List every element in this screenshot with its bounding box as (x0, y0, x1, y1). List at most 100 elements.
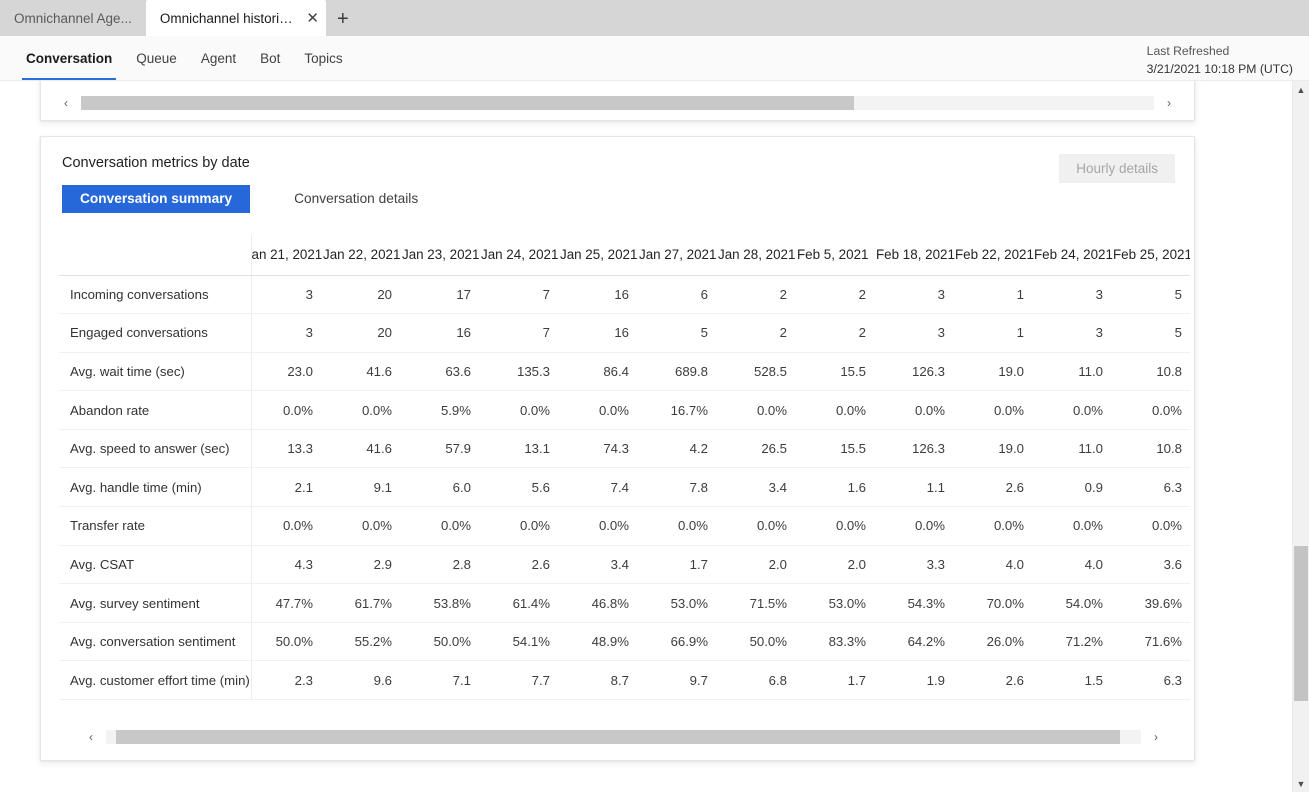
table-cell: 6 (639, 275, 718, 315)
tab-bot[interactable]: Bot (248, 36, 292, 80)
metrics-horizontal-scrollbar[interactable]: ‹ › (76, 728, 1171, 746)
hourly-details-button[interactable]: Hourly details (1059, 154, 1175, 183)
table-cell: 0.0% (560, 390, 639, 430)
table-cell: 0.9 (1034, 467, 1113, 508)
top-scroll-thumb[interactable] (81, 96, 854, 110)
table-cell: 54.3% (876, 583, 955, 623)
row-header: Avg. customer effort time (min) (59, 660, 252, 701)
table-cell: 50.0% (402, 622, 481, 662)
table-cell: 7 (481, 313, 560, 353)
table-cell: 2.1 (251, 467, 323, 508)
table-cell: 2 (797, 275, 876, 315)
bottom-scroll-track[interactable] (106, 730, 1141, 745)
tab-conversation[interactable]: Conversation (14, 36, 124, 80)
row-header: Avg. speed to answer (sec) (59, 429, 252, 469)
table-cell: 7.1 (402, 660, 481, 701)
tab-agent-label: Agent (200, 50, 237, 66)
table-cell: 6.8 (718, 660, 797, 701)
row-header: Avg. wait time (sec) (59, 352, 252, 392)
table-cell: 1.7 (797, 660, 876, 701)
table-row: Avg. survey sentiment 47.7% 61.7% 53.8% 61.4… (59, 583, 1190, 623)
table-cell: 53.8% (402, 583, 481, 623)
table-cell: 1.7 (639, 545, 718, 585)
tab-conversation-summary[interactable]: Conversation summary (62, 185, 251, 213)
window-vertical-scrollbar[interactable]: ▲ ▼ (1292, 81, 1309, 792)
table-cell: 54.1% (481, 622, 560, 662)
tab-queue[interactable]: Queue (124, 36, 189, 80)
table-cell: 3 (251, 313, 323, 353)
table-cell: 528.5 (718, 352, 797, 392)
table-cell: 54.0% (1034, 583, 1113, 623)
tab-topics[interactable]: Topics (292, 36, 354, 80)
close-icon[interactable]: ✕ (305, 9, 319, 27)
top-card-horizontal-scrollbar[interactable]: ‹ › (51, 94, 1184, 112)
browser-tab-1[interactable]: Omnichannel Age... (0, 0, 146, 36)
row-header: Transfer rate (59, 506, 252, 546)
scroll-left-icon[interactable]: ‹ (51, 94, 81, 112)
table-cell: 71.5% (718, 583, 797, 623)
table-cell: 0.0% (1034, 506, 1113, 546)
table-cell: 1 (955, 313, 1034, 353)
top-scroll-track[interactable] (81, 96, 1154, 110)
table-cell: 41.6 (323, 429, 402, 469)
table-cell: 2 (718, 313, 797, 353)
table-cell: 3 (251, 275, 323, 315)
metrics-table-header-row: an 21, 2021 Jan 22, 2021 Jan 23, 2021 Jan 2… (59, 235, 1190, 276)
table-cell: 0.0% (955, 506, 1034, 546)
scroll-right-icon[interactable]: › (1154, 94, 1184, 112)
table-cell: 689.8 (639, 352, 718, 392)
table-cell: 86.4 (560, 352, 639, 392)
browser-tab-1-label: Omnichannel Age... (14, 10, 132, 26)
tab-conversation-details[interactable]: Conversation details (274, 185, 438, 213)
column-header: Jan 22, 2021 (323, 235, 402, 276)
table-cell: 0.0% (251, 390, 323, 430)
table-cell: 2.6 (481, 545, 560, 585)
table-cell: 126.3 (876, 352, 955, 392)
column-header: Jan 23, 2021 (402, 235, 481, 276)
table-cell: 26.0% (955, 622, 1034, 662)
table-row: Avg. speed to answer (sec) 13.3 41.6 57.9 13… (59, 429, 1190, 469)
table-cell: 1.5 (1034, 660, 1113, 701)
metrics-table-scroll-container: ‹ › (59, 728, 1176, 746)
table-cell: 0.0% (560, 506, 639, 546)
metrics-table: an 21, 2021 Jan 22, 2021 Jan 23, 2021 Jan 2… (59, 235, 1190, 701)
column-header: Feb 22, 2021 (955, 235, 1034, 276)
table-cell: 70.0% (955, 583, 1034, 623)
plus-icon[interactable]: + (326, 2, 360, 36)
table-cell: 1.1 (876, 467, 955, 508)
scroll-left-icon[interactable]: ‹ (76, 728, 106, 746)
table-cell: 9.7 (639, 660, 718, 701)
table-cell: 4.0 (1034, 545, 1113, 585)
column-header: Feb 18, 2021 (876, 235, 955, 276)
column-header: Jan 27, 2021 (639, 235, 718, 276)
table-cell: 47.7% (251, 583, 323, 623)
table-row: Avg. CSAT 4.3 2.9 2.8 2.6 3.4 1.7 2.0 2.0 3.3 4.0 4… (59, 545, 1190, 585)
nav-tab-list: Conversation Queue Agent Bot Topics (0, 36, 355, 80)
table-row: Incoming conversations 3 20 17 7 16 6 2 2 3 1 3 5 (59, 275, 1190, 315)
table-row: Engaged conversations 3 20 16 7 16 5 2 2 3 1 3 5 (59, 313, 1190, 353)
table-cell: 2.0 (718, 545, 797, 585)
table-cell: 2 (718, 275, 797, 315)
table-row: Transfer rate 0.0% 0.0% 0.0% 0.0% 0.0% 0.0% 0.0… (59, 506, 1190, 546)
pivot-bar: Conversation summary Conversation detail… (62, 185, 1176, 213)
table-cell: 6.0 (402, 467, 481, 508)
table-cell: 6.3 (1113, 467, 1190, 508)
table-cell: 5 (1113, 275, 1190, 315)
column-header: Feb 5, 2021 (797, 235, 876, 276)
column-header: Feb 24, 2021 (1034, 235, 1113, 276)
table-cell: 19.0 (955, 352, 1034, 392)
row-header: Avg. handle time (min) (59, 467, 252, 508)
browser-tab-2[interactable]: Omnichannel historical an... ✕ (145, 0, 326, 36)
scroll-down-icon[interactable]: ▼ (1293, 775, 1309, 792)
table-cell: 3.3 (876, 545, 955, 585)
window-scroll-thumb[interactable] (1294, 546, 1308, 701)
scroll-right-icon[interactable]: › (1141, 728, 1171, 746)
table-row: Avg. customer effort time (min) 2.3 9.6 7.1… (59, 660, 1190, 701)
table-cell: 15.5 (797, 352, 876, 392)
row-header: Incoming conversations (59, 275, 252, 315)
scroll-up-icon[interactable]: ▲ (1293, 81, 1309, 98)
bottom-scroll-thumb[interactable] (116, 730, 1121, 745)
conversation-metrics-card: Conversation metrics by date Hourly deta… (40, 136, 1195, 761)
tab-agent[interactable]: Agent (189, 36, 248, 80)
table-cell: 10.8 (1113, 352, 1190, 392)
